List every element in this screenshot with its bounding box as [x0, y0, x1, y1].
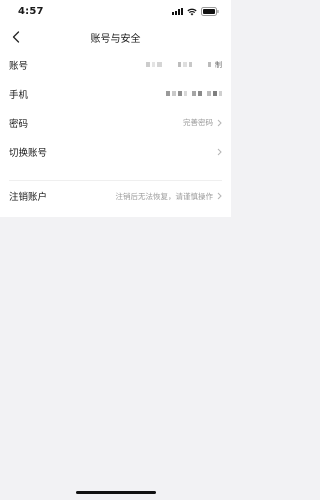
password-right: 完善密码 — [183, 117, 222, 128]
deactivate-account-row[interactable]: 注销账户 注销后无法恢复，请谨慎操作 — [0, 181, 231, 211]
signal-icon — [172, 8, 183, 15]
deactivate-account-label: 注销账户 — [9, 192, 48, 203]
section-spacer — [0, 166, 231, 180]
deactivate-account-right: 注销后无法恢复，请谨慎操作 — [116, 191, 223, 202]
switch-account-label: 切换账号 — [9, 147, 48, 159]
deactivate-account-hint: 注销后无法恢复，请谨慎操作 — [115, 191, 214, 201]
home-indicator — [75, 491, 156, 494]
nav-bar: 账号与安全 — [0, 24, 231, 50]
phone-row[interactable]: 手机 — [0, 79, 231, 108]
switch-account-row[interactable]: 切换账号 — [0, 137, 231, 166]
phone-label: 手机 — [9, 89, 29, 101]
password-label: 密码 — [9, 118, 29, 130]
wifi-icon — [187, 8, 197, 16]
switch-account-right — [217, 148, 222, 156]
chevron-right-icon — [217, 119, 222, 126]
status-bar: 4:57 — [0, 0, 231, 24]
chevron-right-icon — [217, 148, 222, 155]
chevron-right-icon — [217, 192, 222, 200]
account-value: 制 — [146, 60, 222, 70]
chevron-left-icon — [12, 31, 20, 43]
back-button[interactable] — [8, 29, 24, 45]
masked-phone-value — [166, 91, 222, 96]
page-title: 账号与安全 — [90, 33, 141, 45]
password-value: 完善密码 — [183, 118, 213, 127]
account-row[interactable]: 账号 制 — [0, 50, 231, 79]
masked-account-value — [146, 62, 211, 67]
account-suffix: 制 — [215, 60, 222, 69]
bottom-spacer — [0, 211, 231, 217]
status-icons — [172, 7, 219, 16]
settings-list: 账号 制 手机 密码 完善密码 切换账号 注销账户 注销后无法恢复，请谨慎操作 — [0, 50, 231, 217]
phone-value — [166, 91, 222, 96]
battery-icon — [201, 7, 219, 16]
top-area: 4:57 账号与安全 — [0, 0, 231, 50]
status-time: 4:57 — [18, 6, 44, 17]
account-label: 账号 — [9, 60, 29, 72]
password-row[interactable]: 密码 完善密码 — [0, 108, 231, 137]
